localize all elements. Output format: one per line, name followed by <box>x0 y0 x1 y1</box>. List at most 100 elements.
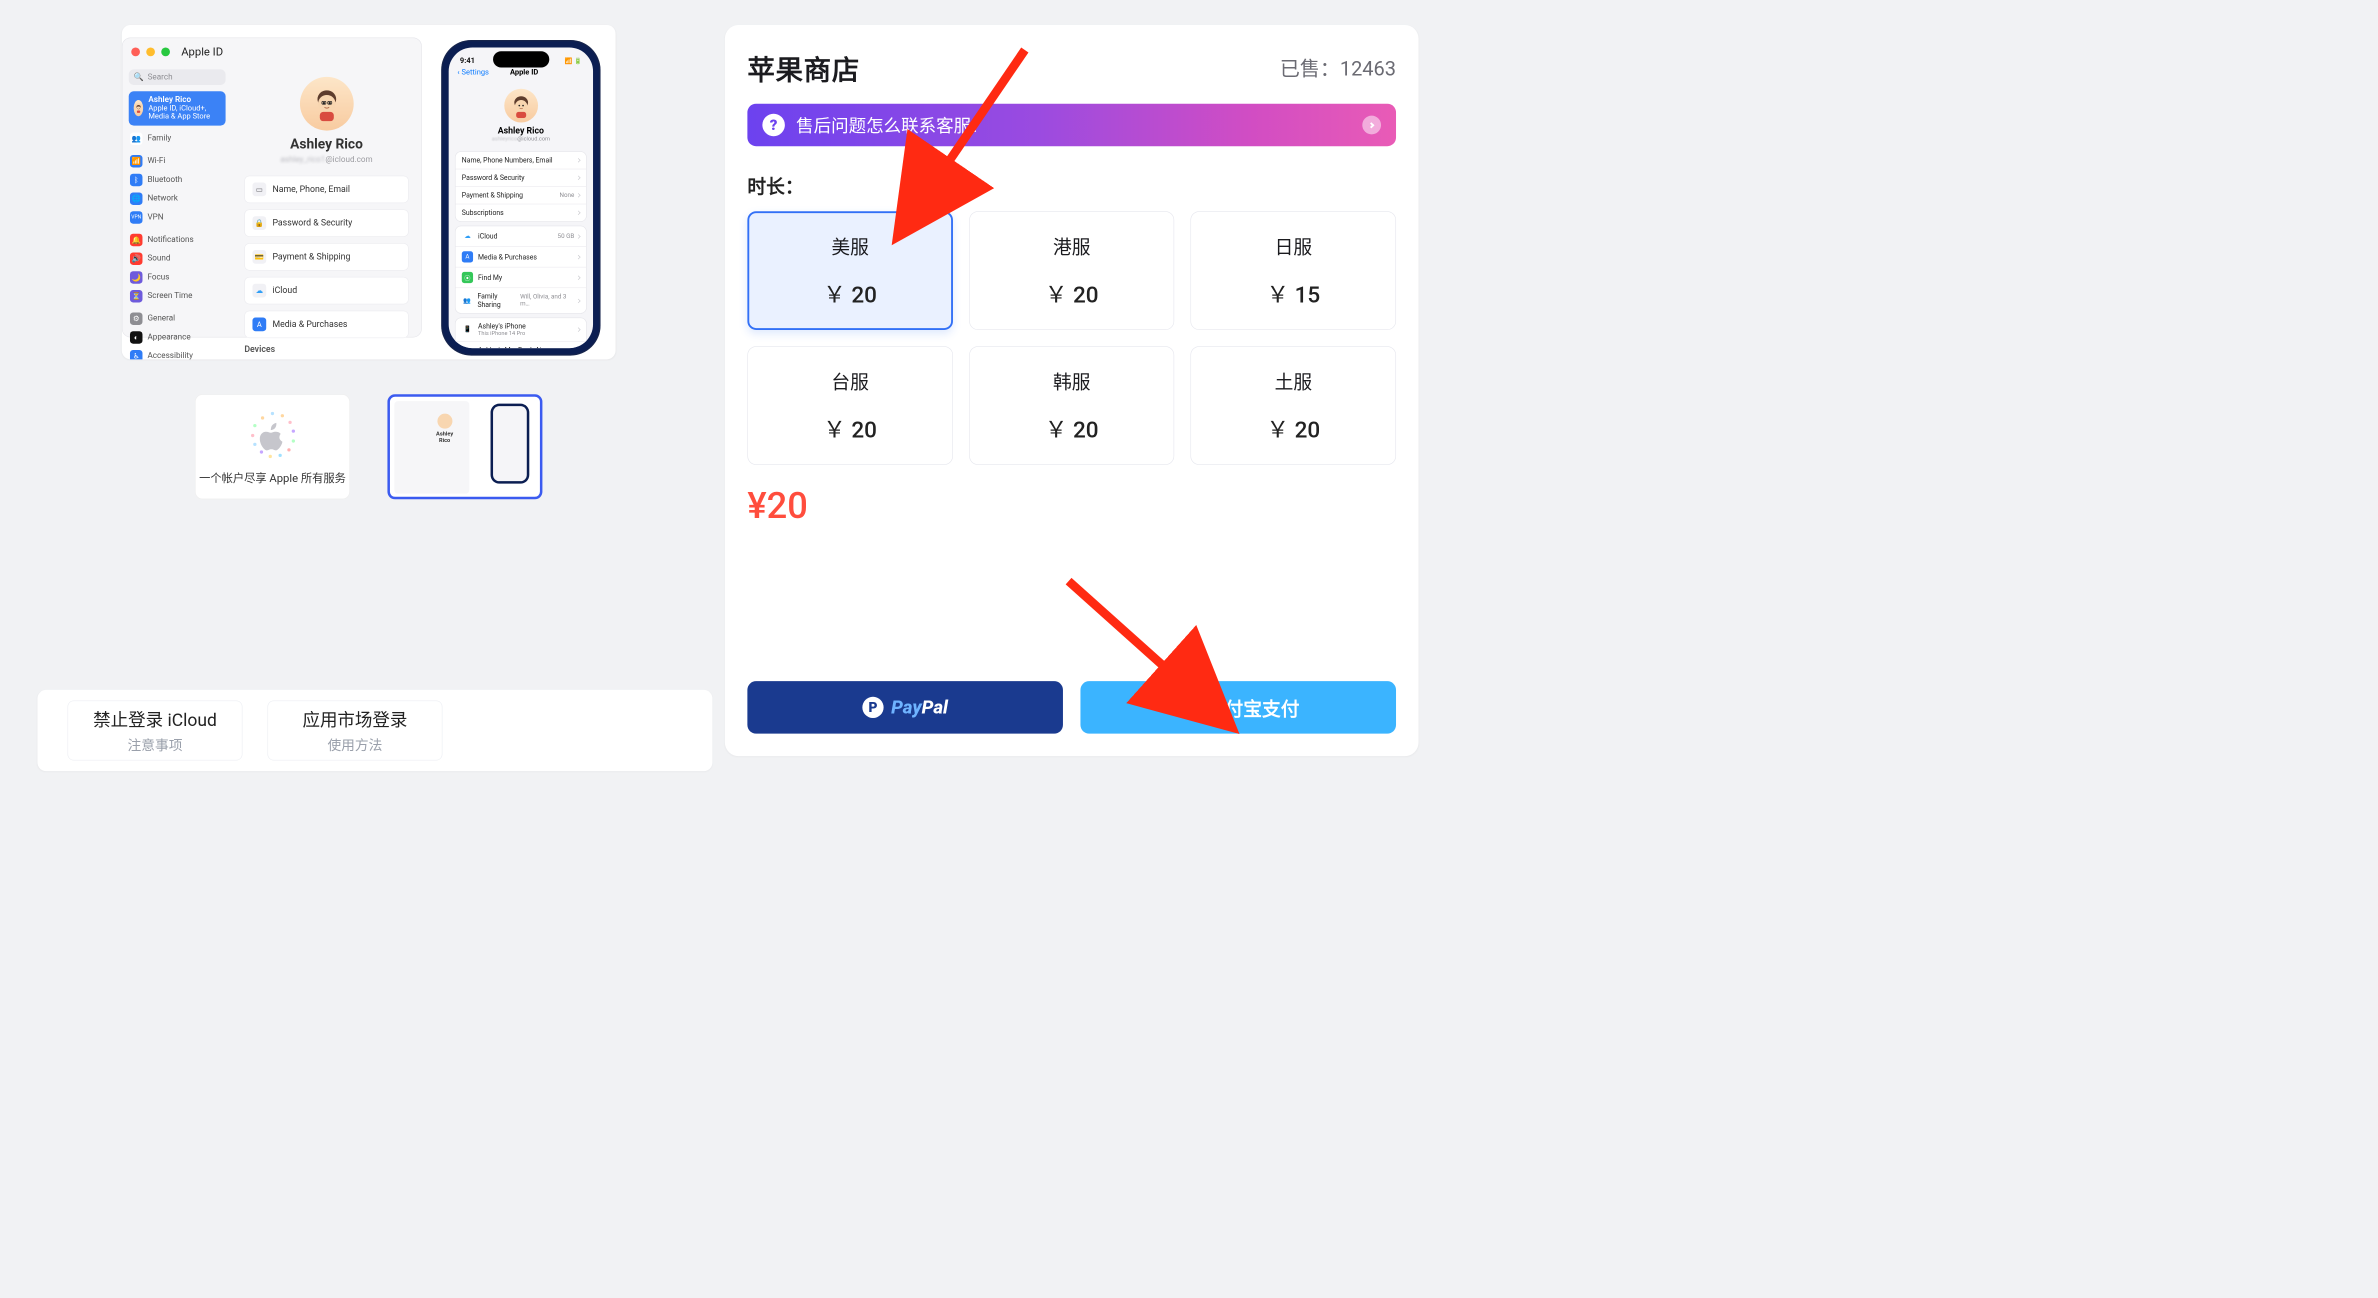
appstore-icon: A <box>252 317 266 331</box>
plan-name: 台服 <box>831 367 868 394</box>
sidebar-item-appearance: ◐Appearance <box>129 328 226 347</box>
iphone-row-payment: Payment & ShippingNone <box>456 186 587 203</box>
iphone-profile-name: Ashley Rico <box>449 126 593 136</box>
lock-icon: 🔒 <box>252 216 266 230</box>
family-icon: 👥 <box>462 295 473 306</box>
appstore-icon: A <box>462 251 473 262</box>
row-payment-shipping: 💳Payment & Shipping <box>244 243 408 270</box>
card-icon: 💳 <box>252 250 266 264</box>
plan-price: ￥ 20 <box>823 277 877 309</box>
id-card-icon: ▭ <box>252 182 266 196</box>
plan-price: ￥ 20 <box>1045 277 1099 309</box>
tip-card-1[interactable]: 应用市场登录 使用方法 <box>267 701 442 761</box>
avatar <box>134 100 144 116</box>
profile-avatar <box>300 77 354 131</box>
status-time: 9:41 <box>460 56 475 65</box>
mac-settings-window: Apple ID 🔍 Search Ashley <box>122 37 422 337</box>
paypal-icon: P <box>862 697 883 718</box>
nav-title: Apple ID <box>510 67 538 76</box>
sidebar-item-vpn: VPNVPN <box>129 208 226 227</box>
chevron-right-icon <box>1362 116 1381 135</box>
sidebar-item-network: 🌐Network <box>129 189 226 208</box>
question-mark-icon: ? <box>762 114 784 136</box>
sidebar-item-general: ⚙︎General <box>129 309 226 328</box>
sold-counter: 已售：12463 <box>1280 53 1396 82</box>
gallery-thumb-0-title: 一个帐户尽享 Apple 所有服务 <box>199 469 346 485</box>
duration-label: 时长： <box>747 171 1396 198</box>
sidebar-user-sub: Apple ID, iCloud+, Media & App Store <box>148 105 220 121</box>
plan-option-3[interactable]: 台服 ￥ 20 <box>747 346 952 465</box>
tips-bar: 禁止登录 iCloud 注意事项 应用市场登录 使用方法 <box>37 690 712 771</box>
profile-email: ashley_rico1@icloud.com <box>244 155 408 164</box>
iphone-row-subscriptions: Subscriptions <box>456 204 587 221</box>
tip-title: 应用市场登录 <box>302 707 407 732</box>
search-placeholder: Search <box>148 72 173 81</box>
support-notice-bar[interactable]: ? 售后问题怎么联系客服? <box>747 104 1396 146</box>
gallery-thumb-preview: Ashley Rico <box>388 395 542 499</box>
alipay-icon: 支 <box>1177 697 1198 718</box>
current-price: ¥20 <box>747 485 1396 527</box>
row-password-security: 🔒Password & Security <box>244 209 408 236</box>
sidebar-item-accessibility: ♿︎Accessibility <box>129 347 226 360</box>
alipay-label: 支付宝支付 <box>1206 694 1300 721</box>
plan-price: ￥ 20 <box>1266 412 1320 444</box>
sidebar-item-wifi: 📶Wi-Fi <box>129 152 226 171</box>
iphone-row-device2: 💻Ashley's MacBook AirMacBook Air <box>456 341 587 348</box>
purchase-panel: 苹果商店 已售：12463 ? 售后问题怎么联系客服? 时长： 美服￥ 20港服… <box>725 25 1419 756</box>
nav-back: ‹ Settings <box>457 67 489 76</box>
tip-title: 禁止登录 iCloud <box>93 707 217 732</box>
plan-option-4[interactable]: 韩服￥ 20 <box>969 346 1174 465</box>
iphone-mock: 9:41 📶 🔋 ‹ Settings Apple ID Ashley Rico <box>441 40 600 356</box>
cloud-icon: ☁︎ <box>252 284 266 298</box>
findmy-icon: ⦿ <box>462 272 473 283</box>
plan-name: 土服 <box>1275 367 1312 394</box>
plan-price: ￥ 20 <box>823 412 877 444</box>
gallery-thumb-0[interactable]: 一个帐户尽享 Apple 所有服务 <box>195 394 350 499</box>
plan-option-0[interactable]: 美服 ￥ 20 <box>747 211 952 330</box>
iphone-row-device1: 📱Ashley's iPhoneThis iPhone 14 Pro <box>456 318 587 341</box>
sidebar-item-bluetooth: ᛒBluetooth <box>129 170 226 189</box>
paypal-label: PayPal <box>891 696 948 718</box>
iphone-avatar <box>504 89 538 123</box>
sidebar-selected-user: Ashley Rico Apple ID, iCloud+, Media & A… <box>129 91 226 125</box>
plan-price: ￥ 20 <box>1045 412 1099 444</box>
sidebar-item-screentime: ⏳Screen Time <box>129 287 226 306</box>
support-text: 售后问题怎么联系客服? <box>796 112 979 137</box>
sidebar-item-family: 👥Family <box>129 129 226 148</box>
iphone-profile-email: ashleyrico@icloud.com <box>449 136 593 142</box>
window-title: Apple ID <box>181 45 223 58</box>
iphone-row-namephone: Name, Phone Numbers, Email <box>456 152 587 169</box>
plan-option-2[interactable]: 日服 ￥ 15 <box>1191 211 1396 330</box>
profile-name: Ashley Rico <box>244 137 408 153</box>
iphone-row-icloud: ☁︎iCloud50 GB <box>456 226 587 246</box>
pay-paypal-button[interactable]: P PayPal <box>747 681 1063 733</box>
iphone-row-password: Password & Security <box>456 169 587 186</box>
plan-name: 日服 <box>1275 232 1312 259</box>
pay-alipay-button[interactable]: 支 支付宝支付 <box>1080 681 1396 733</box>
iphone-row-media: AMedia & Purchases <box>456 246 587 267</box>
cloud-icon: ☁︎ <box>462 231 473 242</box>
plan-option-1[interactable]: 港服 ￥ 20 <box>969 211 1174 330</box>
iphone-row-family: 👥Family SharingWill, Olivia, and 3 m… <box>456 287 587 313</box>
tip-card-0[interactable]: 禁止登录 iCloud 注意事项 <box>67 701 242 761</box>
sidebar-item-focus: 🌙Focus <box>129 268 226 287</box>
tip-sub: 注意事项 <box>127 734 182 754</box>
status-icons: 📶 🔋 <box>565 58 582 65</box>
sidebar-item-notifications: 🔔Notifications <box>129 230 226 249</box>
plan-option-5[interactable]: 土服 ￥ 20 <box>1191 346 1396 465</box>
product-main-screenshot: Apple ID 🔍 Search Ashley <box>122 25 616 359</box>
iphone-icon: 📱 <box>462 324 473 335</box>
row-name-phone-email: ▭Name, Phone, Email <box>244 176 408 203</box>
mac-search: 🔍 Search <box>129 69 226 85</box>
sidebar-item-sound: 🔊Sound <box>129 249 226 268</box>
search-icon: 🔍 <box>134 72 144 81</box>
gallery-thumb-1-selected[interactable]: Ashley Rico <box>387 394 542 499</box>
devices-title: Devices <box>244 344 408 354</box>
plan-name: 港服 <box>1053 232 1090 259</box>
plan-name: 美服 <box>831 232 868 259</box>
product-title: 苹果商店 <box>747 47 859 87</box>
row-icloud: ☁︎iCloud <box>244 277 408 304</box>
iphone-row-findmy: ⦿Find My <box>456 267 587 288</box>
plan-price: ￥ 15 <box>1266 277 1320 309</box>
row-media-purchases: AMedia & Purchases <box>244 311 408 338</box>
